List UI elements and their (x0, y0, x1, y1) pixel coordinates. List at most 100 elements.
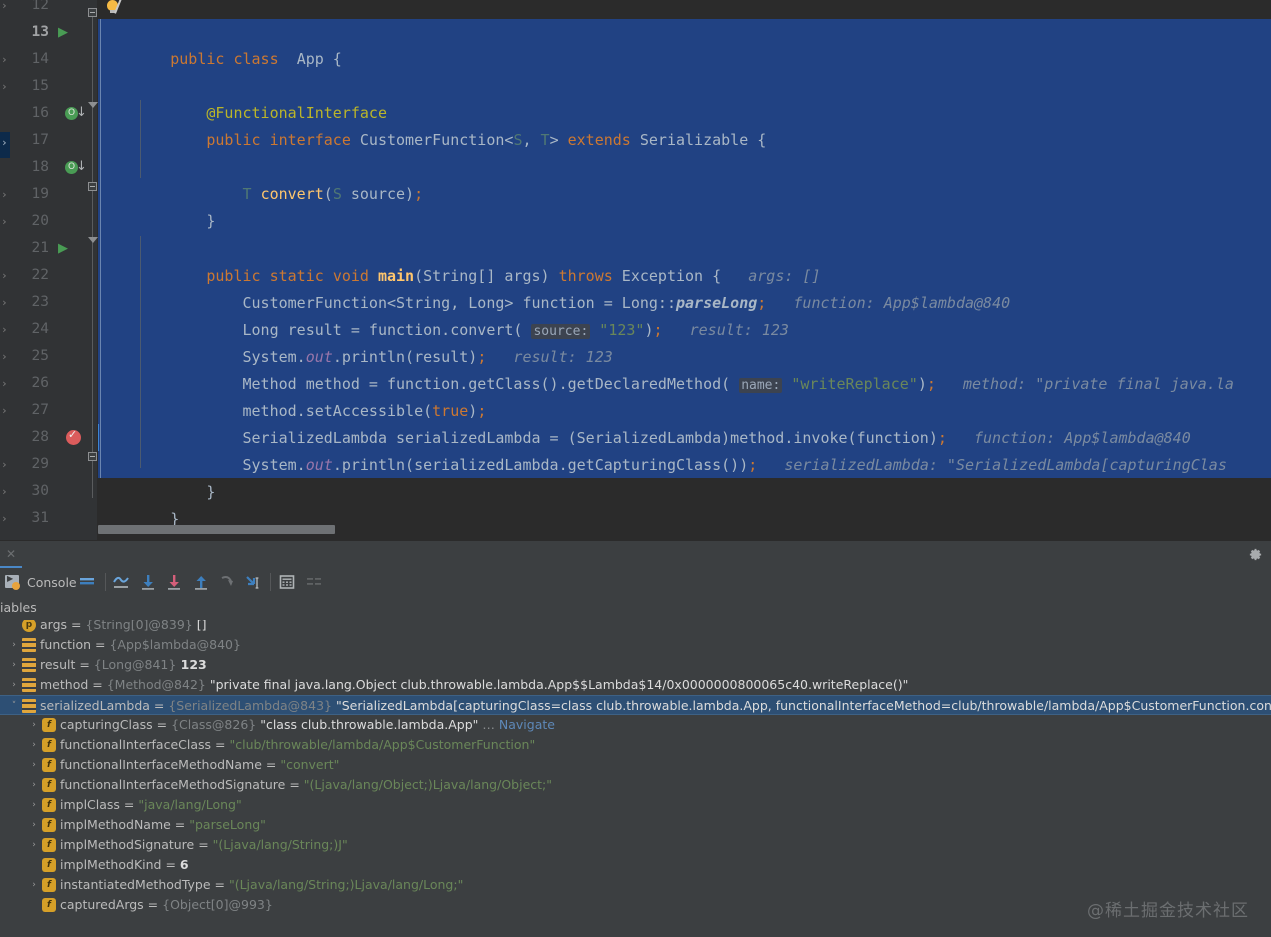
code-line-26[interactable]: method.setAccessible(true); (98, 371, 1271, 398)
breadcrumb-marker[interactable]: › (1, 351, 8, 362)
editor-gutter[interactable]: 1213141516171819202122232425262728293031… (10, 0, 97, 540)
gear-icon[interactable] (1248, 547, 1263, 562)
variable-row[interactable]: fcapturedArgs = {Object[0]@993} (0, 895, 1271, 915)
force-step-over-icon[interactable] (111, 572, 131, 592)
implementation-gutter-icon-line-18[interactable]: O↓ (65, 154, 87, 181)
line-number-27[interactable]: 27 (21, 397, 49, 424)
code-line-30[interactable]: } (98, 479, 1271, 506)
editor-marker-column[interactable]: ›››››››››››››››› (0, 0, 10, 540)
scrollbar-thumb[interactable] (98, 525, 335, 534)
tab-console[interactable]: Console (5, 571, 77, 593)
line-number-22[interactable]: 22 (21, 262, 49, 289)
line-number-17[interactable]: 17 (21, 127, 49, 154)
step-into-icon[interactable] (164, 572, 184, 592)
line-number-29[interactable]: 29 (21, 451, 49, 478)
breadcrumb-marker[interactable]: › (1, 486, 8, 497)
chevron-right-icon[interactable]: › (28, 735, 40, 755)
chevron-right-icon[interactable]: › (28, 835, 40, 855)
run-gutter-icon-line-13[interactable]: ▶ (58, 19, 72, 46)
code-line-15[interactable]: @FunctionalInterface (98, 73, 1271, 100)
close-icon[interactable]: ✕ (4, 547, 18, 561)
line-number-13[interactable]: 13 (21, 19, 49, 46)
line-number-26[interactable]: 26 (21, 370, 49, 397)
code-line-27[interactable]: SerializedLambda serializedLambda = (Ser… (98, 398, 1271, 425)
code-line-24[interactable]: System.out.println(result); result: 123 (98, 317, 1271, 344)
variable-row[interactable]: pargs = {String[0]@839} [] (0, 620, 1271, 635)
editor-horizontal-scrollbar[interactable] (98, 525, 1271, 534)
variable-row[interactable]: ›ffunctionalInterfaceMethodSignature = "… (0, 775, 1271, 795)
code-line-22[interactable]: CustomerFunction<String, Long> function … (98, 263, 1271, 290)
fold-collapse-icon[interactable] (88, 8, 97, 17)
chevron-right-icon[interactable]: › (8, 675, 20, 695)
line-number-19[interactable]: 19 (21, 181, 49, 208)
breakpoint-icon-line-28[interactable] (66, 430, 81, 445)
line-number-24[interactable]: 24 (21, 316, 49, 343)
variable-row[interactable]: ›result = {Long@841} 123 (0, 655, 1271, 675)
code-line-13[interactable]: public class App { (98, 19, 1271, 46)
chevron-right-icon[interactable]: › (8, 655, 20, 675)
line-number-12[interactable]: 12 (21, 0, 49, 19)
variables-tree[interactable]: pargs = {String[0]@839} []›function = {A… (0, 620, 1271, 937)
variable-row[interactable]: ›finstantiatedMethodType = "(Ljava/lang/… (0, 875, 1271, 895)
line-number-23[interactable]: 23 (21, 289, 49, 316)
evaluate-expression-icon[interactable] (277, 572, 297, 592)
breadcrumb-marker[interactable]: › (1, 54, 8, 65)
line-number-15[interactable]: 15 (21, 73, 49, 100)
line-number-21[interactable]: 21 (21, 235, 49, 262)
variable-row[interactable]: ›fimplClass = "java/lang/Long" (0, 795, 1271, 815)
variable-row-selected[interactable]: ˅serializedLambda = {SerializedLambda@84… (0, 695, 1271, 715)
debugger-toolbar[interactable]: Console (0, 568, 1271, 596)
line-number-25[interactable]: 25 (21, 343, 49, 370)
drop-frame-icon[interactable] (217, 572, 237, 592)
breadcrumb-marker[interactable]: › (1, 513, 8, 524)
line-number-20[interactable]: 20 (21, 208, 49, 235)
run-to-cursor-icon[interactable] (243, 572, 263, 592)
code-line-29[interactable]: } (98, 452, 1271, 479)
chevron-right-icon[interactable]: › (8, 635, 20, 655)
settings-layout-icon[interactable] (304, 572, 324, 592)
variable-row[interactable]: ›ffunctionalInterfaceMethodName = "conve… (0, 755, 1271, 775)
variable-row[interactable]: ›fcapturingClass = {Class@826} "class cl… (0, 715, 1271, 735)
variable-row[interactable]: ›function = {App$lambda@840} (0, 635, 1271, 655)
breadcrumb-marker[interactable]: › (1, 270, 8, 281)
line-number-16[interactable]: 16 (21, 100, 49, 127)
chevron-right-icon[interactable]: › (28, 875, 40, 895)
breadcrumb-marker[interactable]: › (1, 137, 8, 148)
breadcrumb-marker[interactable]: › (1, 405, 8, 416)
chevron-right-icon[interactable]: › (28, 795, 40, 815)
line-number-28[interactable]: 28 (21, 424, 49, 451)
breadcrumb-marker[interactable]: › (1, 297, 8, 308)
breadcrumb-marker[interactable]: › (1, 81, 8, 92)
implementation-gutter-icon-line-16[interactable]: O↓ (65, 100, 87, 127)
chevron-right-icon[interactable]: › (28, 755, 40, 775)
code-line-18[interactable]: T convert(S source); (98, 154, 1271, 181)
step-over-icon[interactable] (138, 572, 158, 592)
breadcrumb-marker[interactable]: › (1, 216, 8, 227)
code-line-21[interactable]: public static void main(String[] args) t… (98, 236, 1271, 263)
show-frames-icon[interactable] (77, 572, 97, 592)
fold-collapse-icon[interactable] (88, 182, 97, 191)
chevron-right-icon[interactable]: › (28, 775, 40, 795)
breadcrumb-marker[interactable]: › (1, 0, 8, 11)
breadcrumb-marker[interactable]: › (1, 459, 8, 470)
fold-end-icon[interactable] (88, 237, 98, 243)
chevron-right-icon[interactable]: › (28, 715, 40, 735)
breadcrumb-marker[interactable]: › (1, 189, 8, 200)
chevron-right-icon[interactable]: › (28, 815, 40, 835)
line-number-18[interactable]: 18 (21, 154, 49, 181)
code-folding-rail[interactable] (88, 0, 98, 540)
variable-row[interactable]: ›ffunctionalInterfaceClass = "club/throw… (0, 735, 1271, 755)
code-text-area[interactable]: public class App { @FunctionalInterface … (98, 0, 1271, 527)
line-number-14[interactable]: 14 (21, 46, 49, 73)
variable-row[interactable]: fimplMethodKind = 6 (0, 855, 1271, 875)
code-line-28[interactable]: System.out.println(serializedLambda.getC… (98, 425, 1271, 452)
line-number-31[interactable]: 31 (21, 505, 49, 532)
variable-row[interactable]: ›fimplMethodSignature = "(Ljava/lang/Str… (0, 835, 1271, 855)
variable-row[interactable]: ›method = {Method@842} "private final ja… (0, 675, 1271, 695)
breadcrumb-marker[interactable]: › (1, 378, 8, 389)
code-editor[interactable]: ›››››››››››››››› 12131415161718192021222… (0, 0, 1271, 540)
variable-row[interactable]: ›fimplMethodName = "parseLong" (0, 815, 1271, 835)
code-line-16[interactable]: public interface CustomerFunction<S, T> … (98, 100, 1271, 127)
breadcrumb-marker[interactable]: › (1, 324, 8, 335)
line-number-30[interactable]: 30 (21, 478, 49, 505)
